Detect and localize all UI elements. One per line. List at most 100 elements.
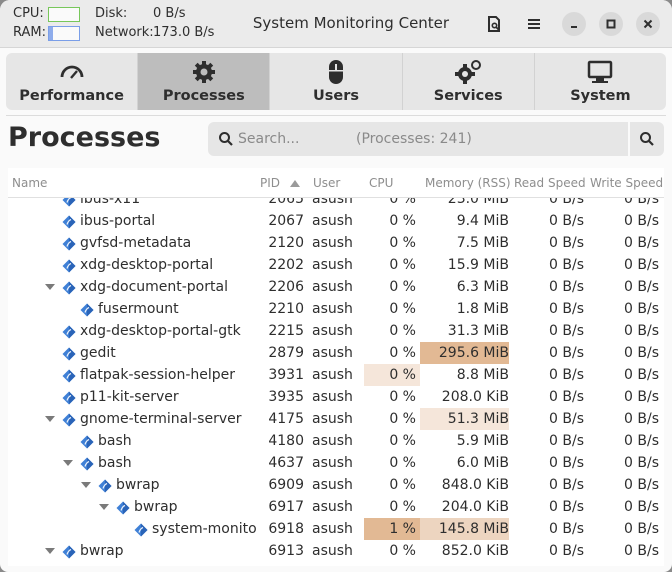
write-speed-cell: 0 B/s <box>624 521 659 537</box>
write-speed-cell: 0 B/s <box>624 367 659 383</box>
search-input[interactable] <box>238 122 358 156</box>
read-speed-cell: 0 B/s <box>549 389 584 405</box>
memory-cell: 852.0 KiB <box>441 543 509 559</box>
process-table: ibus-x11 2065 asush 0 % 23.0 MiB 0 B/s 0 B/s ib… <box>8 168 664 566</box>
cpu-cell: 0 % <box>389 411 416 427</box>
table-row[interactable]: bash 4637 asush 0 % 6.0 MiB 0 B/s 0 B/s <box>8 452 664 474</box>
cpu-cell: 0 % <box>389 543 416 559</box>
write-speed-cell: 0 B/s <box>624 455 659 471</box>
user-cell: asush <box>312 521 353 537</box>
write-speed-cell: 0 B/s <box>624 345 659 361</box>
report-button[interactable] <box>482 12 506 36</box>
read-speed-cell: 0 B/s <box>549 455 584 471</box>
search-icon <box>219 132 233 146</box>
collapse-arrow-icon[interactable] <box>45 416 55 422</box>
process-name: gvfsd-metadata <box>80 235 192 251</box>
process-icon <box>62 258 76 273</box>
collapse-arrow-icon[interactable] <box>45 284 55 290</box>
read-speed-cell: 0 B/s <box>549 499 584 515</box>
pid-cell: 2206 <box>268 279 304 295</box>
table-row[interactable]: bwrap 6917 asush 0 % 204.0 KiB 0 B/s 0 B/s <box>8 496 664 518</box>
table-row[interactable]: p11-kit-server 3935 asush 0 % 208.0 KiB 0 B/s… <box>8 386 664 408</box>
read-speed-cell: 0 B/s <box>549 279 584 295</box>
table-row[interactable]: gvfsd-metadata 2120 asush 0 % 7.5 MiB 0 B/s 0 … <box>8 232 664 254</box>
table-row[interactable]: system-monito 6918 asush 1 % 145.8 MiB 0 B/s 0… <box>8 518 664 540</box>
user-cell: asush <box>312 543 353 559</box>
user-cell: asush <box>312 257 353 273</box>
column-header-pid[interactable]: PID <box>260 176 280 190</box>
table-header: Name PID User CPU Memory (RSS) Read Spee… <box>8 168 664 198</box>
column-header-write-speed[interactable]: Write Speed <box>590 176 663 190</box>
pid-cell: 6917 <box>268 499 304 515</box>
process-icon <box>98 478 112 493</box>
process-icon <box>62 390 76 405</box>
table-row[interactable]: bwrap 6909 asush 0 % 848.0 KiB 0 B/s 0 B/s <box>8 474 664 496</box>
memory-cell: 5.9 MiB <box>456 433 509 449</box>
header-bar: CPU: RAM: Disk: 0 B/s Network: 173.0 B/s… <box>0 0 672 48</box>
process-name-cell: system-monito <box>8 518 258 540</box>
mouse-icon <box>329 60 343 84</box>
process-name-cell: bwrap <box>8 540 258 562</box>
table-row[interactable]: gedit 2879 asush 0 % 295.6 MiB 0 B/s 0 B/s <box>8 342 664 364</box>
tab-services[interactable]: Services <box>403 53 535 110</box>
process-name-cell: xdg-document-portal <box>8 276 258 298</box>
table-row[interactable]: ibus-portal 2067 asush 0 % 9.4 MiB 0 B/s 0 B/s <box>8 210 664 232</box>
table-row[interactable]: xdg-document-portal 2206 asush 0 % 6.3 MiB 0 … <box>8 276 664 298</box>
search-options-button[interactable] <box>630 122 664 156</box>
cpu-cell: 0 % <box>389 455 416 471</box>
main-menu-button[interactable] <box>522 12 546 36</box>
read-speed-cell: 0 B/s <box>549 345 584 361</box>
table-row[interactable]: bwrap 6913 asush 0 % 852.0 KiB 0 B/s 0 B/s <box>8 540 664 562</box>
tab-processes[interactable]: Processes <box>138 53 271 110</box>
tab-performance[interactable]: Performance <box>6 53 139 110</box>
column-header-memory[interactable]: Memory (RSS) <box>425 176 511 190</box>
read-speed-cell: 0 B/s <box>549 433 584 449</box>
table-row[interactable]: xdg-desktop-portal 2202 asush 0 % 15.9 MiB 0 … <box>8 254 664 276</box>
write-speed-cell: 0 B/s <box>624 477 659 493</box>
process-name: xdg-desktop-portal <box>80 257 214 273</box>
collapse-arrow-icon[interactable] <box>45 548 55 554</box>
page-title: Processes <box>8 122 161 153</box>
cpu-cell: 1 % <box>364 518 420 540</box>
table-row[interactable]: fusermount 2210 asush 0 % 1.8 MiB 0 B/s 0 B/s <box>8 298 664 320</box>
search-field[interactable]: (Processes: 241) <box>208 122 628 156</box>
memory-cell: 208.0 KiB <box>441 389 509 405</box>
process-icon <box>116 500 130 515</box>
pid-cell: 2202 <box>268 257 304 273</box>
tab-label: System <box>570 88 631 104</box>
process-name-cell: flatpak-session-helper <box>8 364 258 386</box>
collapse-arrow-icon[interactable] <box>63 460 73 466</box>
tab-users[interactable]: Users <box>270 53 403 110</box>
write-speed-cell: 0 B/s <box>624 213 659 229</box>
process-icon <box>80 302 94 317</box>
column-header-read-speed[interactable]: Read Speed <box>514 176 586 190</box>
memory-cell: 204.0 KiB <box>441 499 509 515</box>
write-speed-cell: 0 B/s <box>624 499 659 515</box>
process-icon <box>62 214 76 229</box>
close-button[interactable] <box>636 12 660 36</box>
minimize-button[interactable] <box>562 12 586 36</box>
monitor-icon <box>588 60 613 83</box>
read-speed-cell: 0 B/s <box>549 543 584 559</box>
collapse-arrow-icon[interactable] <box>81 482 91 488</box>
memory-cell: 6.0 MiB <box>456 455 509 471</box>
process-name: flatpak-session-helper <box>80 367 236 383</box>
cpu-cell: 0 % <box>389 477 416 493</box>
gear-icon <box>192 61 215 83</box>
table-row[interactable]: xdg-desktop-portal-gtk 2215 asush 0 % 31.3 M… <box>8 320 664 342</box>
table-row[interactable]: bash 4180 asush 0 % 5.9 MiB 0 B/s 0 B/s <box>8 430 664 452</box>
column-header-name[interactable]: Name <box>12 176 47 190</box>
table-row[interactable]: gnome-terminal-server 4175 asush 0 % 51.3 Mi… <box>8 408 664 430</box>
cpu-cell: 0 % <box>389 279 416 295</box>
pid-cell: 4180 <box>268 433 304 449</box>
pid-cell: 6913 <box>268 543 304 559</box>
tab-system[interactable]: System <box>535 53 666 110</box>
maximize-button[interactable] <box>599 12 623 36</box>
table-row[interactable]: flatpak-session-helper 3931 asush 0 % 8.8 Mi… <box>8 364 664 386</box>
column-header-user[interactable]: User <box>313 176 340 190</box>
collapse-arrow-icon[interactable] <box>99 504 109 510</box>
pid-cell: 6909 <box>268 477 304 493</box>
column-header-cpu[interactable]: CPU <box>369 176 393 190</box>
pid-cell: 4175 <box>268 411 304 427</box>
read-speed-cell: 0 B/s <box>549 235 584 251</box>
